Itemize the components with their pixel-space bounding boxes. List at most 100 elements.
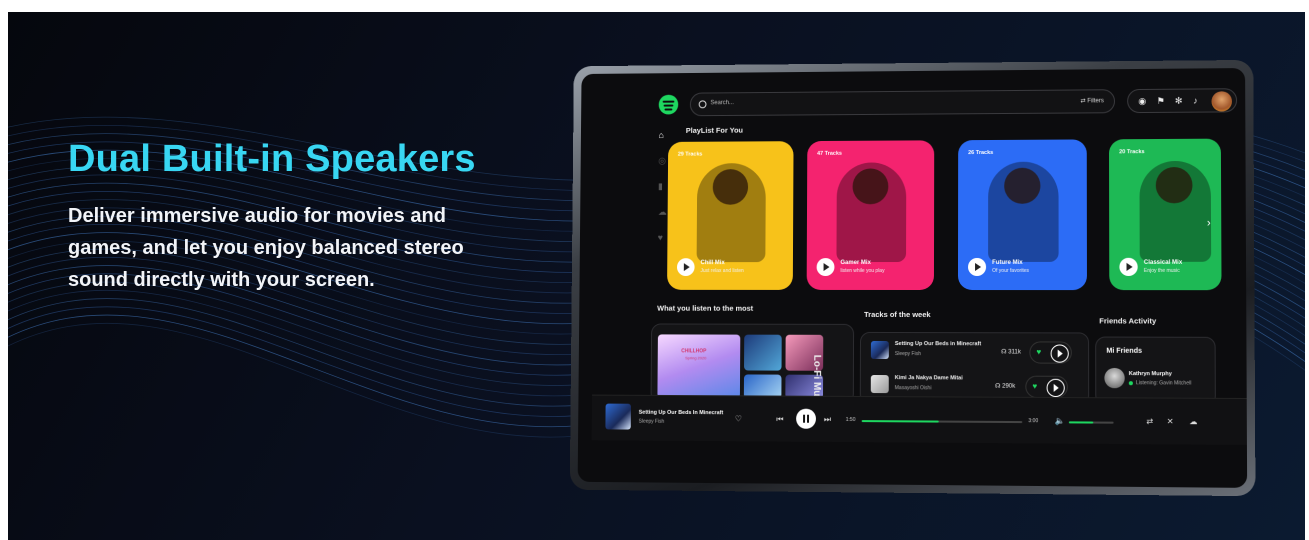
flag-icon[interactable]: ⚑: [1157, 96, 1165, 107]
subcopy-line: games, and let you enjoy balanced stereo: [68, 237, 464, 259]
playlist-card-classical[interactable]: 20 Tracks Classical Mix Enjoy the music: [1108, 138, 1222, 291]
heart-icon[interactable]: ♥: [658, 233, 663, 243]
headphones-icon: ☊: [995, 383, 1003, 390]
track-title[interactable]: Kimi Ja Nakya Dame Mitai: [895, 375, 963, 381]
repeat-icon[interactable]: ⇄: [1146, 417, 1153, 426]
track-artist: Sleepy Fish: [894, 351, 921, 358]
friend-name[interactable]: Kathryn Murphy: [1129, 371, 1172, 377]
listen-most-panel: CHILLHOP Spring 2020: [650, 323, 855, 404]
section-playlist-title: PlayList For You: [685, 125, 744, 135]
album-art-chillhop[interactable]: CHILLHOP Spring 2020: [657, 334, 741, 399]
next-track-icon[interactable]: ⏭: [824, 415, 831, 425]
spotify-logo-icon[interactable]: [658, 94, 679, 115]
heart-icon[interactable]: ♥: [1032, 382, 1037, 391]
album-art[interactable]: [744, 334, 782, 371]
card-title: Gamer Mix: [840, 260, 871, 267]
playlist-card-gamer[interactable]: 47 Tracks Gamer Mix listen while you pla…: [806, 140, 935, 291]
track-title[interactable]: Setting Up Our Beds in Minecraft: [895, 341, 981, 347]
play-button[interactable]: [676, 258, 695, 277]
filters-label: Filters: [1087, 98, 1104, 105]
compass-icon[interactable]: ◎: [658, 156, 666, 167]
search-bar[interactable]: Search... ⇄ Filters: [689, 89, 1116, 117]
heart-icon[interactable]: ♥: [1036, 347, 1041, 356]
friend-status: Listening: Gavin Mitchell: [1135, 380, 1192, 387]
shuffle-icon[interactable]: ✕: [1167, 417, 1174, 426]
search-icon: [698, 100, 707, 109]
album-title: CHILLHOP: [681, 348, 707, 355]
chevron-right-icon[interactable]: ›: [1207, 217, 1211, 229]
time-current: 1:50: [845, 416, 856, 424]
card-subtitle: Of your favorites: [992, 267, 1030, 274]
music-app-screen: Search... ⇄ Filters ◉ ⚑ ✻ ♪ ⌂ ◎ ▮ ☁ ♥ Pl…: [577, 68, 1248, 488]
mic-icon[interactable]: ▮: [658, 181, 663, 192]
track-count: 29 Tracks: [677, 151, 703, 158]
online-status-icon: [1128, 381, 1133, 386]
section-listen-most-title: What you listen to the most: [657, 303, 754, 313]
card-artwork-head: [1004, 167, 1041, 204]
card-artwork-head: [852, 168, 889, 205]
bell-icon[interactable]: ♪: [1193, 96, 1198, 106]
check-circle-icon[interactable]: ◉: [1138, 96, 1146, 107]
subcopy: Deliver immersive audio for movies and g…: [68, 200, 538, 296]
subcopy-line: Deliver immersive audio for movies and: [68, 205, 446, 227]
tracks-week-panel: Setting Up Our Beds in Minecraft Sleepy …: [859, 331, 1090, 406]
player-bar: Setting Up Our Beds In Minecraft Sleepy …: [591, 394, 1248, 445]
filter-icon: ⇄: [1080, 98, 1088, 105]
tablet-device: Search... ⇄ Filters ◉ ⚑ ✻ ♪ ⌂ ◎ ▮ ☁ ♥ Pl…: [569, 59, 1256, 497]
card-artwork-head: [712, 169, 749, 205]
play-count: ☊ 311k: [1001, 348, 1021, 355]
home-icon[interactable]: ⌂: [658, 130, 663, 140]
now-playing-artist: Sleepy Fish: [638, 418, 665, 425]
card-artwork-head: [1155, 166, 1193, 204]
promo-banner: Dual Built-in Speakers Deliver immersive…: [8, 12, 1305, 540]
card-title: Chill Mix: [700, 260, 725, 267]
play-button[interactable]: [1050, 344, 1069, 363]
pause-button[interactable]: [796, 408, 817, 429]
top-icon-bar: ◉ ⚑ ✻ ♪: [1127, 88, 1238, 114]
card-title: Future Mix: [992, 259, 1023, 266]
track-artist: Masayoshi Oishi: [894, 385, 932, 392]
volume-icon[interactable]: 🔈: [1055, 416, 1065, 425]
search-input[interactable]: Search...: [710, 100, 734, 106]
gear-icon[interactable]: ✻: [1175, 96, 1183, 107]
previous-track-icon[interactable]: ⏮: [776, 415, 783, 425]
section-tracks-week-title: Tracks of the week: [864, 309, 931, 320]
track-count: 20 Tracks: [1119, 149, 1145, 156]
card-title: Classical Mix: [1143, 259, 1183, 266]
subcopy-line: sound directly with your screen.: [68, 269, 375, 291]
play-count: ☊ 290k: [995, 383, 1015, 390]
heart-outline-icon[interactable]: ♡: [735, 414, 742, 423]
track-actions: ♥: [1029, 341, 1072, 364]
playlist-card-chill[interactable]: 29 Tracks Chill Mix Just relax and liste…: [667, 141, 794, 290]
play-button[interactable]: [968, 257, 987, 276]
track-count: 26 Tracks: [968, 149, 994, 157]
play-button[interactable]: [1119, 257, 1138, 276]
section-friends-title: Friends Activity: [1099, 316, 1157, 326]
now-playing-art: [605, 403, 631, 430]
play-count-value: 311k: [1008, 349, 1021, 356]
play-button[interactable]: [816, 258, 835, 277]
card-subtitle: listen while you play: [840, 268, 885, 275]
headphones-icon: ☊: [1001, 349, 1009, 356]
track-art: [870, 340, 889, 360]
play-button[interactable]: [1046, 378, 1065, 398]
card-subtitle: Enjoy the music: [1143, 267, 1180, 274]
cast-icon[interactable]: ☁: [1189, 417, 1197, 426]
friends-panel: Mi Friends Kathryn Murphy Listening: Gav…: [1095, 336, 1216, 406]
friend-avatar[interactable]: [1104, 367, 1125, 389]
now-playing-title[interactable]: Setting Up Our Beds In Minecraft: [639, 410, 724, 416]
progress-fill: [861, 420, 939, 423]
track-art: [870, 374, 889, 394]
time-total: 3:00: [1028, 418, 1039, 425]
friends-title: Mi Friends: [1106, 347, 1143, 355]
user-avatar[interactable]: [1211, 91, 1232, 112]
play-count-value: 290k: [1002, 383, 1016, 390]
playlist-card-future[interactable]: 26 Tracks Future Mix Of your favorites: [957, 139, 1087, 291]
card-subtitle: Just relax and listen: [700, 268, 744, 275]
headline: Dual Built-in Speakers: [68, 138, 476, 180]
cloud-icon[interactable]: ☁: [658, 207, 667, 218]
filters-button[interactable]: ⇄ Filters: [1081, 97, 1104, 104]
track-count: 47 Tracks: [817, 150, 842, 157]
track-actions: ♥: [1025, 375, 1068, 399]
album-subtitle: Spring 2020: [685, 355, 707, 361]
